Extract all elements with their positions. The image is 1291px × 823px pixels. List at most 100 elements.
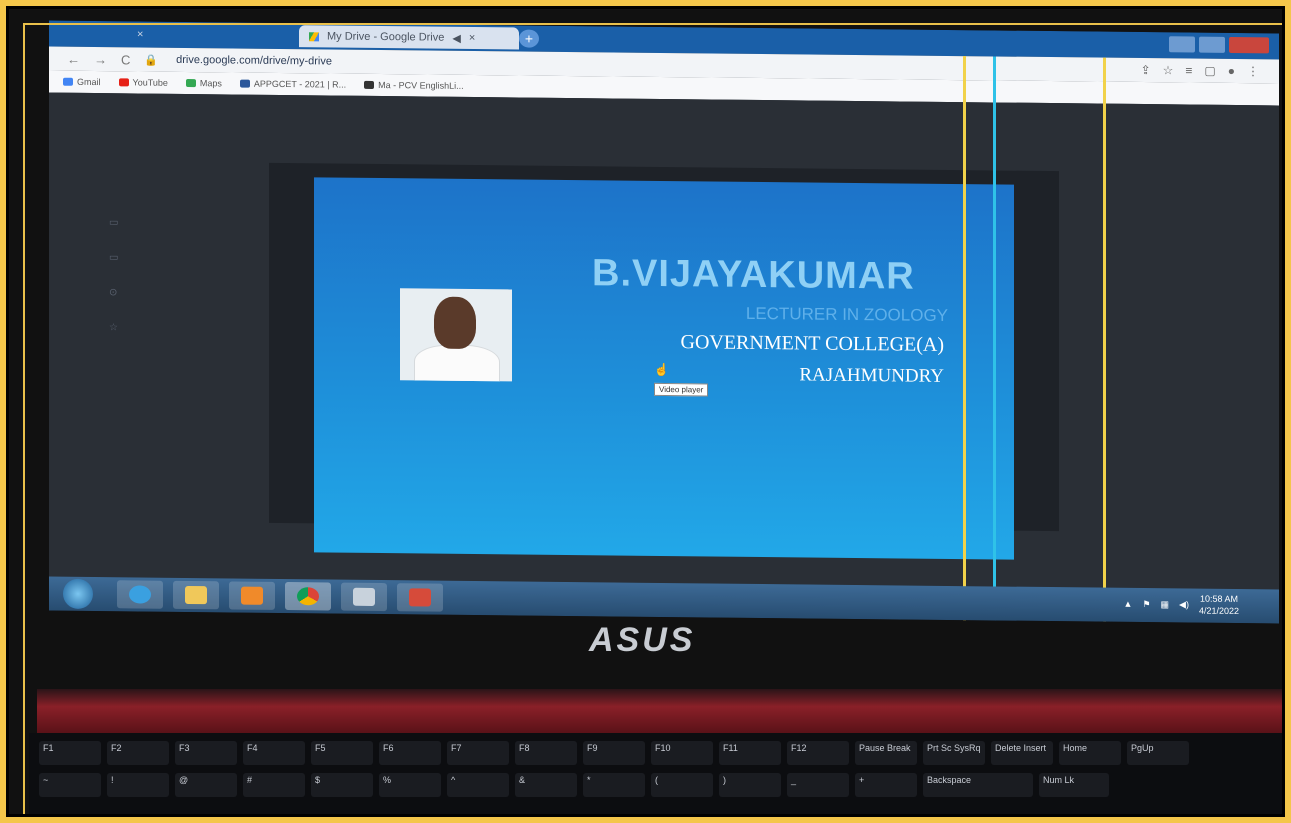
profile-photo: [400, 288, 512, 382]
keyboard-key[interactable]: F10: [651, 741, 713, 765]
toolbar-icons: ⇪ ☆ ≡ ▢ ● ⋮: [1141, 63, 1259, 78]
tab-my-drive[interactable]: My Drive - Google Drive ◀ ×: [299, 25, 519, 50]
reload-button[interactable]: C: [121, 52, 130, 67]
drive-sidebar: ▭ ▭ ⊙ ☆: [69, 193, 269, 495]
clock[interactable]: 10:58 AM 4/21/2022: [1199, 593, 1239, 617]
start-button[interactable]: [63, 578, 93, 610]
sidebar-item[interactable]: ⊙: [109, 287, 269, 300]
share-icon[interactable]: ⇪: [1141, 63, 1151, 77]
keyboard-key[interactable]: Pause Break: [855, 741, 917, 765]
bookmark-maps[interactable]: Maps: [185, 78, 222, 89]
keyboard-key[interactable]: Backspace: [923, 773, 1033, 797]
taskbar-folder[interactable]: [173, 580, 219, 610]
screen-artifact-line: [1103, 57, 1106, 624]
volume-icon[interactable]: ◀): [1179, 599, 1189, 610]
new-tab-button[interactable]: +: [519, 29, 539, 48]
keyboard-key[interactable]: F7: [447, 741, 509, 765]
back-button[interactable]: ←: [67, 51, 80, 66]
keyboard-key[interactable]: F11: [719, 741, 781, 765]
bookmark-label: Maps: [199, 78, 222, 89]
slide-title: B.VIJAYAKUMAR: [592, 252, 915, 298]
profile-icon[interactable]: [1169, 36, 1195, 53]
keyboard-key[interactable]: Home: [1059, 741, 1121, 765]
keyboard-key[interactable]: (: [651, 773, 713, 797]
keyboard: F1 F2 F3 F4 F5 F6 F7 F8 F9 F10 F11 F12 Pause Break Pr…: [29, 733, 1282, 814]
network-icon[interactable]: ▦: [1161, 599, 1170, 610]
star-icon[interactable]: ☆: [1163, 63, 1174, 77]
keyboard-key[interactable]: F8: [515, 741, 577, 765]
keyboard-key[interactable]: F1: [39, 741, 101, 765]
app-icon: [353, 587, 375, 606]
keyboard-key[interactable]: !: [107, 773, 169, 797]
minimize-button[interactable]: [1199, 36, 1225, 53]
keyboard-key[interactable]: F3: [175, 741, 237, 765]
slide-role: LECTURER IN ZOOLOGY: [745, 303, 948, 325]
gmail-icon: [63, 77, 73, 86]
sidebar-item[interactable]: ▭: [109, 252, 269, 265]
bookmark-pcv[interactable]: Ma - PCV EnglishLi...: [364, 80, 464, 91]
clock-time: 10:58 AM: [1199, 593, 1238, 605]
keyboard-key[interactable]: PgUp: [1127, 741, 1189, 765]
avatar[interactable]: ●: [1228, 64, 1235, 78]
close-icon[interactable]: ×: [137, 28, 143, 40]
keyboard-key[interactable]: ): [719, 773, 781, 797]
keyboard-key[interactable]: F6: [379, 741, 441, 765]
clock-date: 4/21/2022: [1198, 605, 1239, 617]
tray-arrow-icon[interactable]: ▲: [1124, 599, 1133, 609]
taskbar-ie[interactable]: [117, 580, 163, 609]
keyboard-key[interactable]: Delete Insert: [991, 741, 1053, 765]
youtube-icon: [118, 78, 129, 87]
tab-1[interactable]: ×: [119, 23, 299, 47]
keyboard-key[interactable]: Num Lk: [1039, 773, 1109, 797]
laptop-screen: × My Drive - Google Drive ◀ × + ← → C �: [49, 20, 1279, 624]
keyboard-key[interactable]: F2: [107, 741, 169, 765]
keyboard-key[interactable]: %: [379, 773, 441, 797]
flag-icon[interactable]: ⚑: [1142, 599, 1150, 610]
keyboard-key[interactable]: F4: [243, 741, 305, 765]
keyboard-key[interactable]: ^: [447, 773, 509, 797]
slide-college: GOVERNMENT COLLEGE(A): [680, 331, 945, 356]
sidebar-item[interactable]: ☆: [109, 322, 269, 335]
taskbar-media[interactable]: [229, 581, 275, 610]
maps-icon: [185, 78, 196, 88]
bookmark-youtube[interactable]: YouTube: [118, 77, 168, 88]
photo-head: [434, 296, 476, 350]
bookmark-gmail[interactable]: Gmail: [63, 77, 101, 87]
sidebar-item[interactable]: ▭: [109, 217, 269, 230]
keyboard-key[interactable]: #: [243, 773, 305, 797]
keyboard-key[interactable]: &: [515, 773, 577, 797]
laptop-hinge: [37, 689, 1282, 733]
brand-logo: ASUS: [589, 621, 696, 659]
keyboard-key[interactable]: Prt Sc SysRq: [923, 741, 985, 765]
presentation-icon: [409, 588, 431, 607]
taskbar-app[interactable]: [341, 582, 387, 612]
keyboard-key[interactable]: $: [311, 773, 373, 797]
bookmark-label: Gmail: [77, 76, 101, 88]
keyboard-key[interactable]: +: [855, 773, 917, 797]
keyboard-key[interactable]: _: [787, 773, 849, 797]
site-icon: [364, 80, 375, 89]
keyboard-key[interactable]: F12: [787, 741, 849, 765]
bookmark-label: APPGCET - 2021 | R...: [253, 78, 347, 90]
keyboard-key[interactable]: F5: [311, 741, 373, 765]
forward-button[interactable]: →: [94, 52, 107, 67]
bookmark-appgcet[interactable]: APPGCET - 2021 | R...: [239, 78, 347, 90]
speaker-icon: ◀: [452, 32, 461, 45]
tab-label: My Drive - Google Drive: [327, 30, 445, 44]
keyboard-key[interactable]: @: [175, 773, 237, 797]
close-window-button[interactable]: [1229, 36, 1269, 54]
screen-artifact-line: [963, 56, 966, 623]
keyboard-key[interactable]: F9: [583, 741, 645, 765]
nav-buttons: ← → C: [67, 51, 130, 67]
drive-icon: [309, 31, 319, 41]
video-player[interactable]: B.VIJAYAKUMAR LECTURER IN ZOOLOGY GOVERN…: [314, 177, 1014, 560]
keyboard-key[interactable]: *: [583, 773, 645, 797]
taskbar-presentation[interactable]: [397, 583, 443, 612]
url-field[interactable]: drive.google.com/drive/my-drive: [176, 54, 332, 68]
side-panel-icon[interactable]: ▢: [1204, 64, 1215, 78]
reading-list-icon[interactable]: ≡: [1185, 63, 1192, 77]
keyboard-key[interactable]: ~: [39, 773, 101, 797]
menu-icon[interactable]: ⋮: [1247, 64, 1259, 78]
close-icon[interactable]: ×: [469, 32, 475, 44]
taskbar-chrome[interactable]: [285, 582, 331, 611]
